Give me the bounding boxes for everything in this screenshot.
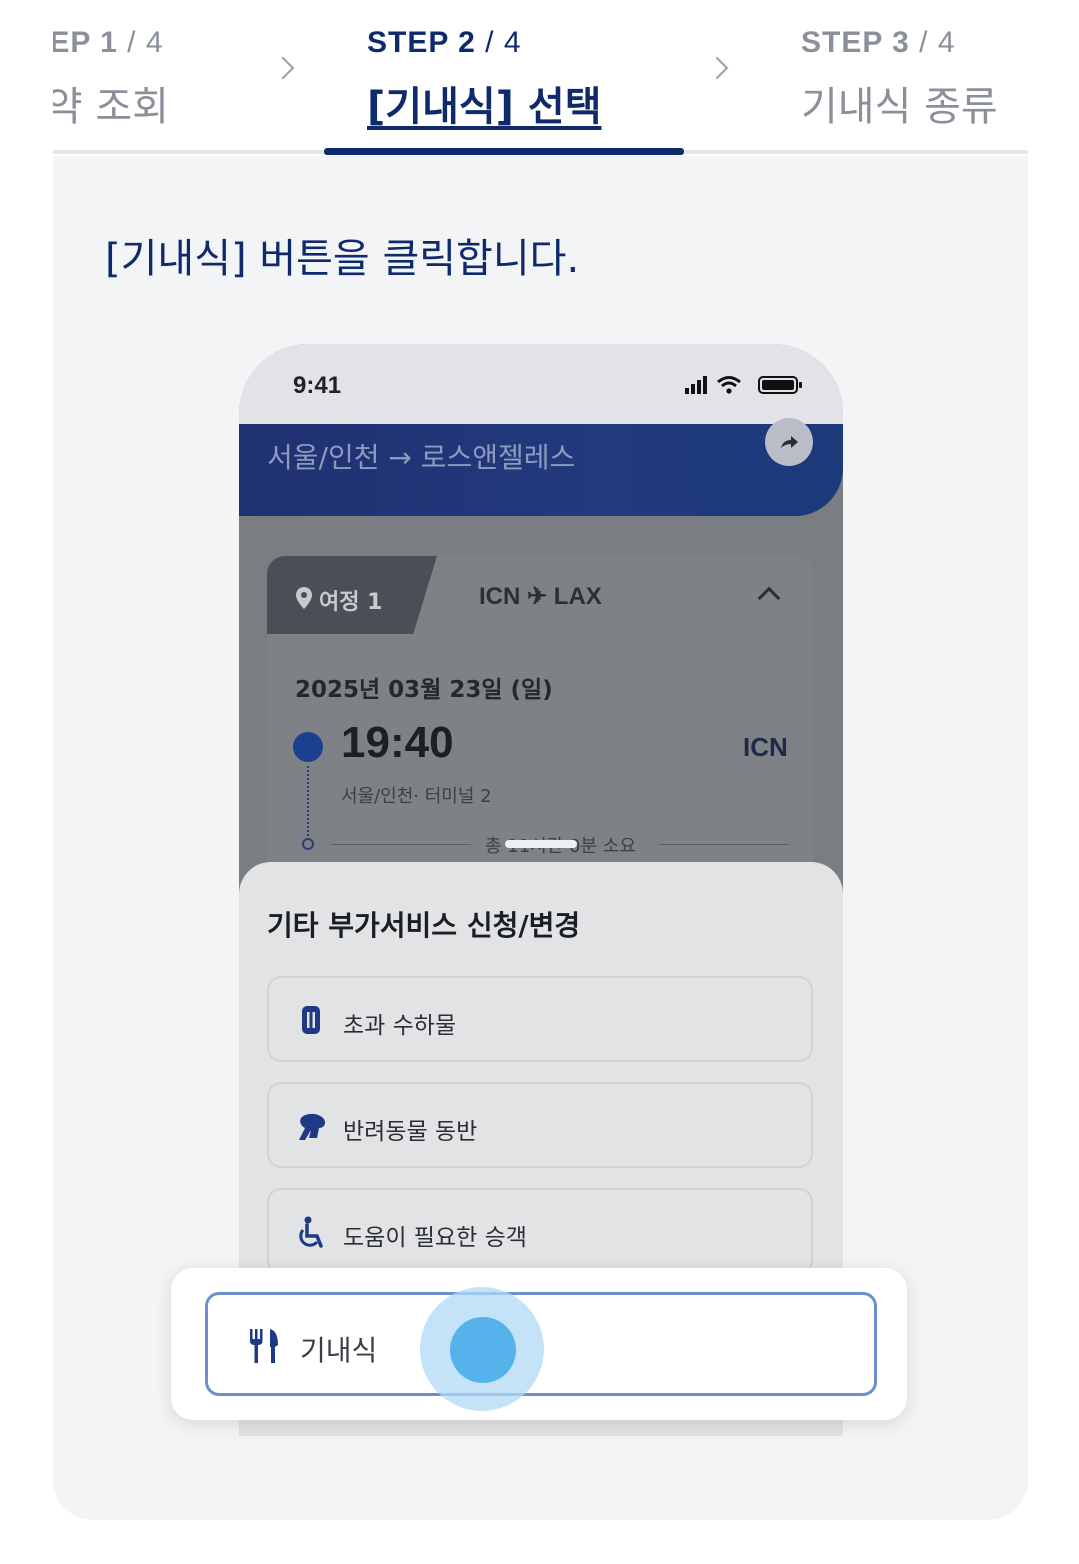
step-2-number: STEP 2 (367, 26, 476, 59)
active-step-indicator (324, 148, 684, 155)
trip-route: ICN ✈ LAX (479, 583, 602, 610)
utensils-icon (250, 1329, 278, 1363)
route-title: 서울/인천 → 로스앤젤레스 (267, 441, 576, 474)
share-icon (781, 436, 798, 448)
step-carousel: STEP 1 / 4 예약 조회 STEP 2 / 4 [기내식] 선택 STE… (53, 0, 1028, 156)
option-excess-baggage[interactable]: 초과 수하물 (267, 976, 813, 1062)
meal-button[interactable]: 기내식 (205, 1287, 877, 1411)
step-3[interactable]: STEP 3 / 4 기내식 종류 (801, 26, 998, 132)
sheet-title: 기타 부가서비스 신청/변경 (267, 909, 581, 942)
location-pin-icon (296, 587, 312, 609)
flight-date: 2025년 03월 23일 (일) (295, 677, 553, 703)
meal-option-highlight: 기내식 (171, 1268, 907, 1420)
route-banner: 서울/인천 → 로스앤젤레스 (239, 418, 843, 516)
pet-icon (299, 1113, 326, 1140)
status-bar: 9:41 (239, 344, 843, 424)
step-3-number: STEP 3 (801, 26, 910, 59)
option-label: 반려동물 동반 (343, 1119, 478, 1145)
departure-icon (293, 732, 323, 762)
trip-label: 여정 1 (319, 590, 383, 615)
option-pet[interactable]: 반려동물 동반 (267, 1082, 813, 1168)
wheelchair-icon (299, 1216, 323, 1248)
option-assistance[interactable]: 도움이 필요한 승객 (267, 1188, 813, 1274)
step-1-title: 예약 조회 (53, 84, 169, 130)
status-time: 9:41 (293, 372, 342, 399)
timeline-dots (307, 766, 309, 840)
meal-label: 기내식 (300, 1334, 378, 1367)
plane-arrow-icon: ✈ (527, 583, 554, 610)
step-2-title: [기내식] 선택 (367, 84, 602, 130)
luggage-icon (302, 1006, 320, 1034)
chevron-right-icon (271, 56, 295, 80)
signal-wifi-battery-icon (685, 376, 802, 394)
share-button[interactable] (765, 418, 813, 466)
divider (659, 844, 789, 845)
chevron-right-icon (705, 56, 729, 80)
option-label: 도움이 필요한 승객 (343, 1225, 527, 1251)
step-2[interactable]: STEP 2 / 4 [기내식] 선택 (367, 26, 602, 132)
step-1[interactable]: STEP 1 / 4 예약 조회 (53, 26, 169, 132)
guide-card: [기내식] 버튼을 클릭합니다. 9:41 서울/인천 → 로스앤젤레스 여정 … (53, 156, 1028, 1520)
step-3-title: 기내식 종류 (801, 84, 998, 130)
departure-code: ICN (743, 732, 788, 762)
instruction-text: [기내식] 버튼을 클릭합니다. (105, 236, 580, 282)
departure-time: 19:40 (341, 718, 454, 767)
step-1-number: STEP 1 (53, 26, 118, 59)
departure-terminal: 서울/인천· 터미널 2 (341, 786, 492, 807)
tap-indicator (450, 1317, 516, 1383)
arrival-dot (302, 838, 314, 850)
sheet-grab-handle[interactable] (505, 840, 577, 848)
divider (331, 844, 471, 845)
option-label: 초과 수하물 (343, 1013, 457, 1039)
